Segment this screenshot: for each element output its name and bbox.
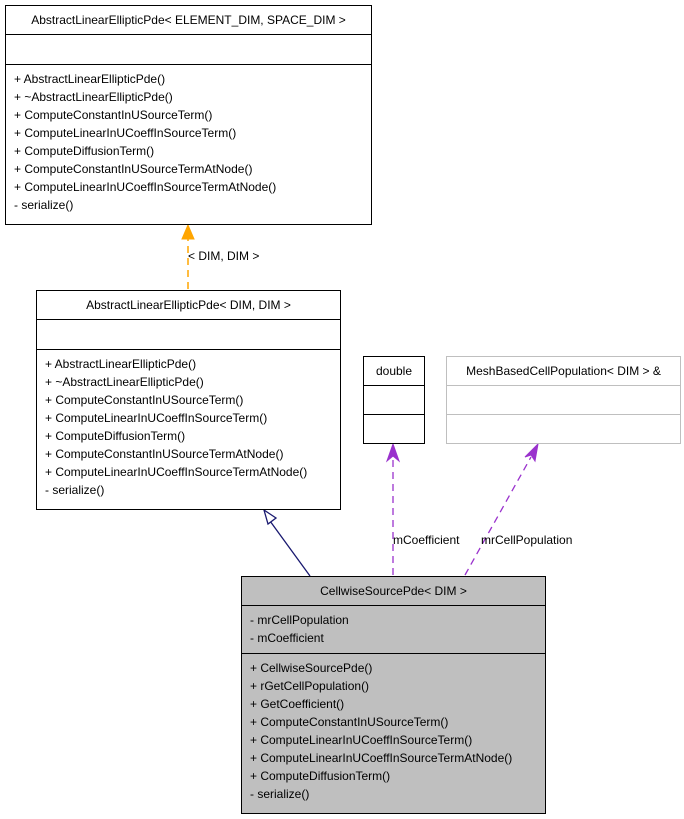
method-item: + ComputeLinearInUCoeffInSourceTermAtNod… <box>14 180 277 194</box>
attributes-section <box>447 385 680 414</box>
coefficient-edge-label: mCoefficient <box>393 533 460 547</box>
methods-section <box>364 414 424 442</box>
class-name: CellwiseSourcePde< DIM > <box>320 584 467 598</box>
method-item: - serialize() <box>45 483 105 497</box>
coefficient-arrowhead <box>385 442 401 463</box>
attributes-section: - mrCellPopulation - mCoefficient <box>242 605 545 653</box>
class-name: AbstractLinearEllipticPde< ELEMENT_DIM, … <box>31 13 346 27</box>
population-edge-label: mrCellPopulation <box>481 533 573 547</box>
attribute-item: - mrCellPopulation <box>250 613 349 627</box>
method-item: + ~AbstractLinearEllipticPde() <box>45 375 204 389</box>
method-item: + CellwiseSourcePde() <box>250 661 373 675</box>
method-item: - serialize() <box>250 787 310 801</box>
method-item: + AbstractLinearEllipticPde() <box>45 357 197 371</box>
method-item: + ~AbstractLinearEllipticPde() <box>14 90 173 104</box>
method-item: + GetCoefficient() <box>250 697 345 711</box>
method-item: + ComputeConstantInUSourceTermAtNode() <box>14 162 253 176</box>
class-double[interactable]: double <box>363 356 425 444</box>
methods-section <box>447 414 680 442</box>
class-abstract-linear-elliptic-pde-template[interactable]: AbstractLinearEllipticPde< ELEMENT_DIM, … <box>5 5 372 225</box>
population-edge <box>464 442 539 576</box>
class-name: MeshBasedCellPopulation< DIM > & <box>466 364 661 378</box>
methods-section: + AbstractLinearEllipticPde() + ~Abstrac… <box>6 64 371 214</box>
class-mesh-based-cell-population[interactable]: MeshBasedCellPopulation< DIM > & <box>446 356 681 444</box>
class-name: double <box>375 364 413 378</box>
inheritance-edge <box>262 508 311 577</box>
method-item: + ComputeDiffusionTerm() <box>14 144 155 158</box>
methods-section: + CellwiseSourcePde() + rGetCellPopulati… <box>242 653 545 803</box>
method-item: + ComputeDiffusionTerm() <box>45 429 186 443</box>
method-item: + ComputeLinearInUCoeffInSourceTerm() <box>14 126 237 140</box>
inheritance-arrowhead <box>262 508 278 526</box>
method-item: + AbstractLinearEllipticPde() <box>14 72 166 86</box>
method-item: + ComputeLinearInUCoeffInSourceTerm() <box>45 411 268 425</box>
attribute-item: - mCoefficient <box>250 631 324 645</box>
template-edge-label: < DIM, DIM > <box>188 249 260 263</box>
methods-section: + AbstractLinearEllipticPde() + ~Abstrac… <box>37 349 340 499</box>
class-cellwise-source-pde[interactable]: CellwiseSourcePde< DIM > - mrCellPopulat… <box>241 576 546 814</box>
class-abstract-linear-elliptic-pde-dim[interactable]: AbstractLinearEllipticPde< DIM, DIM > + … <box>36 290 341 510</box>
method-item: + ComputeConstantInUSourceTerm() <box>250 715 449 729</box>
method-item: + ComputeDiffusionTerm() <box>250 769 391 783</box>
method-item: + rGetCellPopulation() <box>250 679 370 693</box>
method-item: + ComputeLinearInUCoeffInSourceTermAtNod… <box>250 751 513 765</box>
method-item: - serialize() <box>14 198 74 212</box>
class-name: AbstractLinearEllipticPde< DIM, DIM > <box>86 298 291 312</box>
method-item: + ComputeLinearInUCoeffInSourceTermAtNod… <box>45 465 308 479</box>
method-item: + ComputeConstantInUSourceTermAtNode() <box>45 447 284 461</box>
population-arrowhead <box>524 442 539 463</box>
attributes-section <box>6 34 371 64</box>
attributes-section <box>37 319 340 349</box>
attributes-section <box>364 385 424 414</box>
template-arrowhead <box>181 223 195 240</box>
method-item: + ComputeLinearInUCoeffInSourceTerm() <box>250 733 473 747</box>
method-item: + ComputeConstantInUSourceTerm() <box>14 108 213 122</box>
method-item: + ComputeConstantInUSourceTerm() <box>45 393 244 407</box>
coefficient-edge <box>385 442 401 575</box>
